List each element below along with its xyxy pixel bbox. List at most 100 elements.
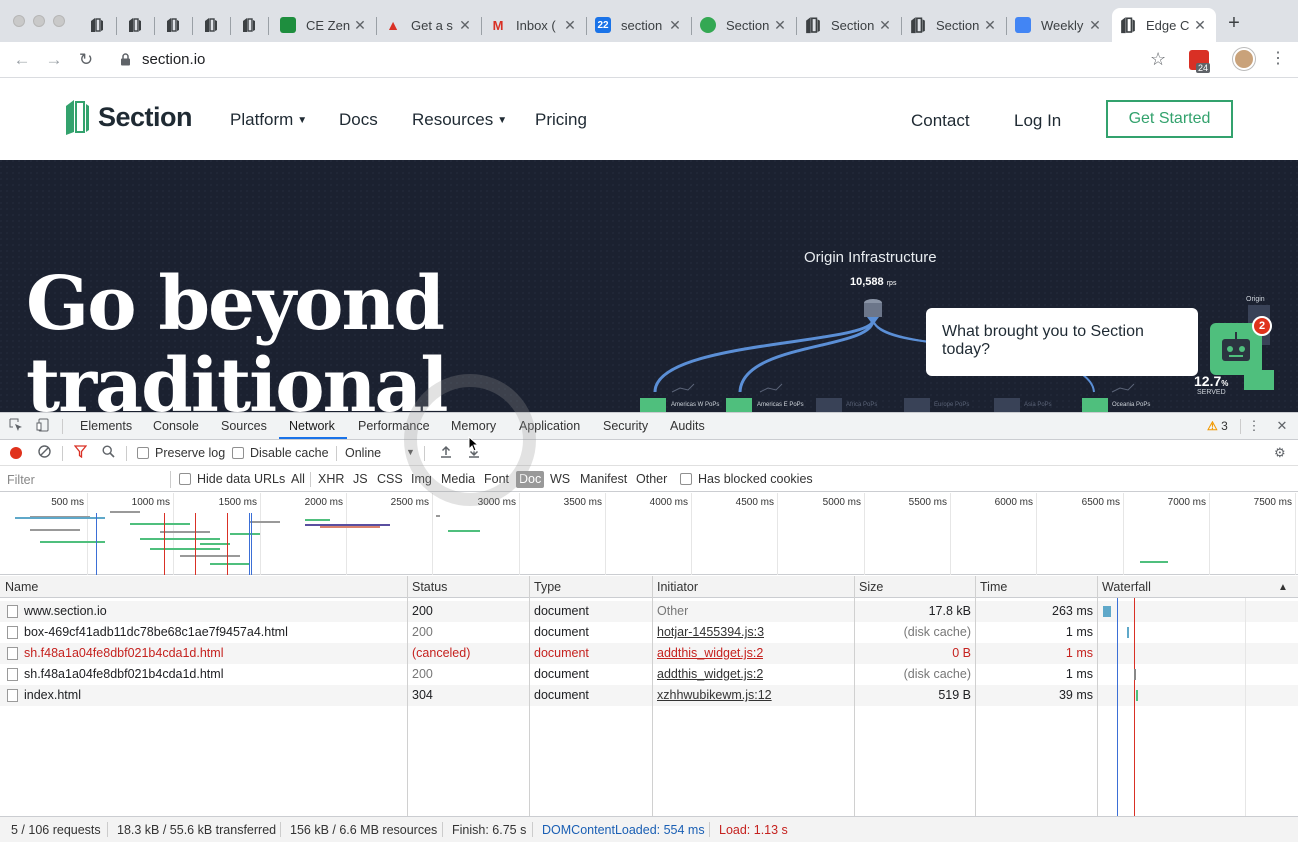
browser-tab[interactable]: 22 section ✕: [587, 8, 691, 42]
filter-funnel-icon[interactable]: [73, 445, 88, 461]
waterfall-bar[interactable]: [1136, 690, 1138, 701]
filter-type-css[interactable]: CSS: [377, 472, 403, 486]
profile-avatar[interactable]: [1233, 48, 1255, 70]
reload-button[interactable]: ↻: [76, 50, 96, 70]
devtools-tab-sources[interactable]: Sources: [221, 419, 267, 433]
filter-type-js[interactable]: JS: [353, 472, 368, 486]
column-name[interactable]: Name: [5, 580, 38, 594]
disable-cache-checkbox[interactable]: [232, 447, 244, 459]
sort-ascending-icon[interactable]: ▲: [1278, 582, 1288, 593]
column-time[interactable]: Time: [980, 580, 1007, 594]
address-bar[interactable]: section.io: [142, 51, 205, 68]
minimize-window-button[interactable]: [33, 15, 45, 27]
nav-contact[interactable]: Contact: [911, 111, 970, 131]
close-window-button[interactable]: [13, 15, 25, 27]
request-row[interactable]: box-469cf41adb11dc78be68c1ae7f9457a4.htm…: [0, 622, 1298, 643]
pinned-tab[interactable]: [116, 12, 154, 38]
request-initiator[interactable]: addthis_widget.js:2: [657, 667, 763, 681]
nav-platform[interactable]: Platform ▼: [230, 110, 307, 130]
column-type[interactable]: Type: [534, 580, 561, 594]
browser-tab[interactable]: Section ✕: [692, 8, 796, 42]
new-tab-button[interactable]: +: [1224, 12, 1244, 34]
has-blocked-cookies-checkbox[interactable]: [680, 473, 692, 485]
lock-icon[interactable]: [120, 53, 131, 66]
devtools-tab-security[interactable]: Security: [603, 419, 648, 433]
close-tab-icon[interactable]: ✕: [457, 17, 473, 34]
request-row[interactable]: sh.f48a1a04fe8dbf021b4cda1d.html 200 docum…: [0, 664, 1298, 685]
pinned-tab[interactable]: [230, 12, 268, 38]
devtools-menu-icon[interactable]: ⋮: [1246, 418, 1262, 434]
filter-type-other[interactable]: Other: [636, 472, 667, 486]
close-devtools-icon[interactable]: ✕: [1274, 418, 1290, 434]
request-row[interactable]: sh.f48a1a04fe8dbf021b4cda1d.html (cancele…: [0, 643, 1298, 664]
browser-tab[interactable]: Weekly ✕: [1007, 8, 1111, 42]
waterfall-bar[interactable]: [1103, 606, 1111, 617]
preserve-log-checkbox[interactable]: [137, 447, 149, 459]
browser-tab[interactable]: Section ✕: [797, 8, 901, 42]
filter-type-font[interactable]: Font: [484, 472, 509, 486]
devtools-tab-audits[interactable]: Audits: [670, 419, 705, 433]
browser-tab[interactable]: Section ✕: [902, 8, 1006, 42]
filter-type-ws[interactable]: WS: [550, 472, 570, 486]
search-icon[interactable]: [102, 445, 115, 461]
inspect-element-icon[interactable]: [8, 418, 24, 434]
pinned-tab[interactable]: [192, 12, 230, 38]
browser-tab[interactable]: M Inbox (✕: [482, 8, 586, 42]
filter-type-all[interactable]: All: [291, 472, 305, 486]
record-button[interactable]: [10, 447, 22, 459]
browser-menu-icon[interactable]: ⋮: [1270, 48, 1286, 68]
column-initiator[interactable]: Initiator: [657, 580, 698, 594]
filter-input[interactable]: [3, 470, 167, 489]
filter-type-doc[interactable]: Doc: [516, 471, 545, 488]
close-tab-icon[interactable]: ✕: [982, 17, 998, 34]
network-overview-timeline[interactable]: 500 ms 1000 ms 1500 ms 2000 ms 2500 ms 3000 m…: [0, 493, 1298, 575]
warnings-counter[interactable]: ⚠ 3: [1207, 419, 1228, 433]
forward-button[interactable]: →: [44, 50, 64, 70]
filter-type-media[interactable]: Media: [441, 472, 475, 486]
nav-docs[interactable]: Docs: [339, 110, 378, 130]
close-tab-icon[interactable]: ✕: [352, 17, 368, 34]
close-tab-icon[interactable]: ✕: [667, 17, 683, 34]
browser-tab[interactable]: Edge C ✕: [1112, 8, 1216, 42]
column-waterfall[interactable]: Waterfall: [1102, 580, 1151, 594]
throttling-caret-icon[interactable]: ▼: [406, 447, 415, 457]
waterfall-bar[interactable]: [1127, 627, 1129, 638]
filter-type-xhr[interactable]: XHR: [318, 472, 344, 486]
close-tab-icon[interactable]: ✕: [877, 17, 893, 34]
back-button[interactable]: ←: [12, 50, 32, 70]
request-initiator[interactable]: xzhhwubikewm.js:12: [657, 688, 772, 702]
filter-type-manifest[interactable]: Manifest: [580, 472, 627, 486]
browser-tab[interactable]: ▲ Get a s ✕: [377, 8, 481, 42]
devtools-tab-console[interactable]: Console: [153, 419, 199, 433]
close-tab-icon[interactable]: ✕: [772, 17, 788, 34]
get-started-button[interactable]: Get Started: [1106, 100, 1233, 138]
close-tab-icon[interactable]: ✕: [1087, 17, 1103, 34]
nav-pricing[interactable]: Pricing: [535, 110, 587, 130]
device-toolbar-icon[interactable]: [35, 418, 51, 434]
close-tab-icon[interactable]: ✕: [562, 17, 578, 34]
waterfall-bar[interactable]: [1134, 669, 1136, 680]
column-status[interactable]: Status: [412, 580, 447, 594]
column-size[interactable]: Size: [859, 580, 883, 594]
devtools-tab-elements[interactable]: Elements: [80, 419, 132, 433]
close-tab-icon[interactable]: ✕: [1192, 17, 1208, 34]
import-har-icon[interactable]: [440, 445, 452, 461]
nav-login[interactable]: Log In: [1014, 111, 1061, 131]
devtools-tab-memory[interactable]: Memory: [451, 419, 496, 433]
pinned-tab[interactable]: [78, 12, 116, 38]
filter-type-img[interactable]: Img: [411, 472, 432, 486]
request-row[interactable]: index.html 304 document xzhhwubikewm.js:12 5…: [0, 685, 1298, 706]
devtools-tab-performance[interactable]: Performance: [358, 419, 430, 433]
chat-prompt-bubble[interactable]: What brought you to Section today?: [926, 308, 1198, 376]
hide-data-urls-checkbox[interactable]: [179, 473, 191, 485]
request-initiator[interactable]: hotjar-1455394.js:3: [657, 625, 764, 639]
request-initiator[interactable]: addthis_widget.js:2: [657, 646, 763, 660]
pinned-tab[interactable]: [154, 12, 192, 38]
browser-tab[interactable]: CE Zen ✕: [272, 8, 376, 42]
network-settings-gear-icon[interactable]: ⚙: [1274, 445, 1286, 461]
clear-icon[interactable]: [38, 445, 51, 461]
zoom-window-button[interactable]: [53, 15, 65, 27]
section-logo[interactable]: Section: [64, 98, 193, 136]
nav-resources[interactable]: Resources ▼: [412, 110, 507, 130]
devtools-tab-network[interactable]: Network: [289, 419, 335, 433]
